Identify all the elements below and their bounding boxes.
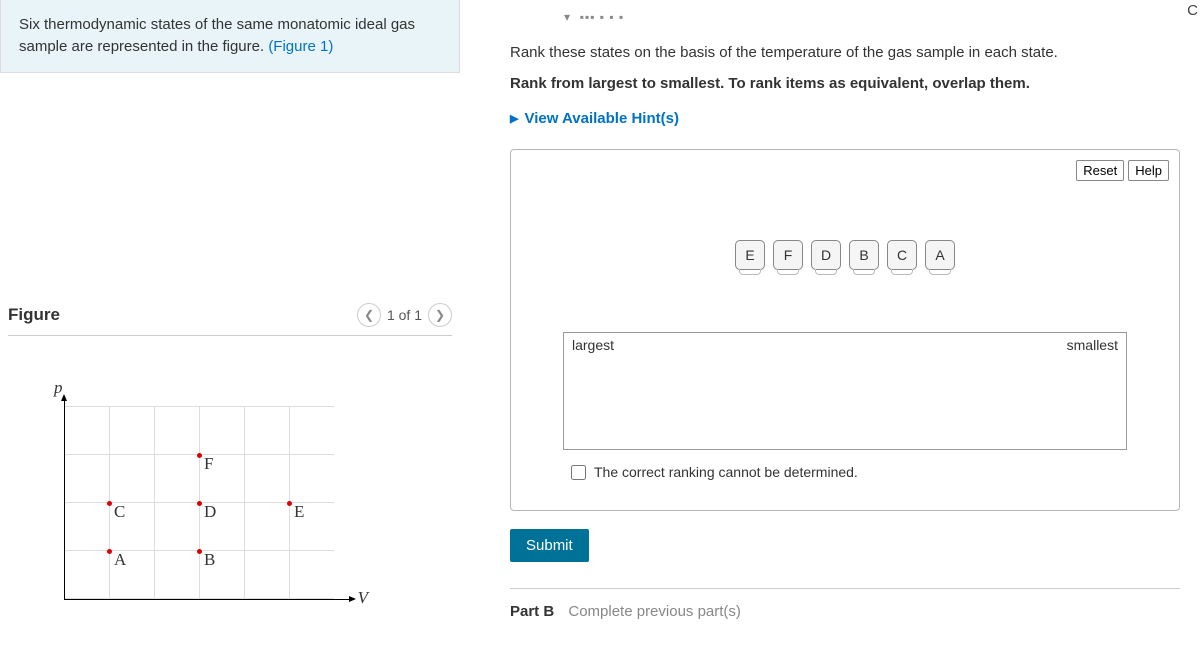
x-axis-label: V <box>358 588 368 608</box>
triangle-right-icon: ▶ <box>510 112 518 125</box>
ranking-widget: Reset Help E F D B C A largest smallest … <box>510 149 1180 511</box>
figure-prev-button[interactable]: ❮ <box>357 303 381 327</box>
figure-title: Figure <box>8 305 60 325</box>
point-b <box>197 549 202 554</box>
chip-a[interactable]: A <box>925 240 955 270</box>
instruction-line-1: Rank these states on the basis of the te… <box>510 44 1180 61</box>
figure-page-indicator: 1 of 1 <box>387 307 422 323</box>
left-column: Six thermodynamic states of the same mon… <box>0 0 460 648</box>
figure-next-button[interactable]: ❯ <box>428 303 452 327</box>
submit-button[interactable]: Submit <box>510 529 589 562</box>
view-hints-toggle[interactable]: ▶ View Available Hint(s) <box>510 110 1180 127</box>
figure-link[interactable]: (Figure 1) <box>268 38 333 55</box>
intro-box: Six thermodynamic states of the same mon… <box>0 0 460 73</box>
point-d-label: D <box>204 502 216 522</box>
part-b-label: Part B <box>510 603 554 620</box>
point-a-label: A <box>114 550 126 570</box>
smallest-label: smallest <box>1067 337 1118 353</box>
point-e-label: E <box>294 502 304 522</box>
point-c <box>107 501 112 506</box>
point-f <box>197 453 202 458</box>
part-indicator: ▾ ▪▪▪ ▪ ▪ ▪ <box>564 10 1180 24</box>
ranking-chips-row: E F D B C A <box>523 240 1167 270</box>
reset-button[interactable]: Reset <box>1076 160 1124 181</box>
chip-e[interactable]: E <box>735 240 765 270</box>
figure-header: Figure ❮ 1 of 1 ❯ <box>8 303 452 336</box>
largest-label: largest <box>572 337 614 353</box>
intro-text: Six thermodynamic states of the same mon… <box>19 16 415 55</box>
point-b-label: B <box>204 550 215 570</box>
figure-section: Figure ❮ 1 of 1 ❯ p V A B C <box>0 303 460 616</box>
point-a <box>107 549 112 554</box>
chip-b[interactable]: B <box>849 240 879 270</box>
x-axis <box>64 599 354 600</box>
right-column: ▾ ▪▪▪ ▪ ▪ ▪ Rank these states on the bas… <box>500 0 1200 620</box>
cannot-determine-checkbox[interactable] <box>571 465 586 480</box>
cannot-determine-label: The correct ranking cannot be determined… <box>594 464 858 480</box>
point-f-label: F <box>204 454 213 474</box>
chip-f[interactable]: F <box>773 240 803 270</box>
chip-d[interactable]: D <box>811 240 841 270</box>
point-e <box>287 501 292 506</box>
figure-pager: ❮ 1 of 1 ❯ <box>357 303 452 327</box>
cannot-determine-row[interactable]: The correct ranking cannot be determined… <box>571 464 1167 480</box>
y-axis <box>64 396 65 600</box>
chip-c[interactable]: C <box>887 240 917 270</box>
part-b-row: Part B Complete previous part(s) <box>510 603 1180 620</box>
instruction-line-2: Rank from largest to smallest. To rank i… <box>510 75 1180 92</box>
hints-label: View Available Hint(s) <box>524 110 679 127</box>
divider <box>510 588 1180 589</box>
ranking-drop-zone[interactable]: largest smallest <box>563 332 1127 450</box>
ranking-widget-buttons: Reset Help <box>1076 160 1169 181</box>
point-c-label: C <box>114 502 125 522</box>
point-d <box>197 501 202 506</box>
help-button[interactable]: Help <box>1128 160 1169 181</box>
part-b-message: Complete previous part(s) <box>568 603 741 620</box>
pv-chart: p V A B C D E F <box>44 386 452 616</box>
